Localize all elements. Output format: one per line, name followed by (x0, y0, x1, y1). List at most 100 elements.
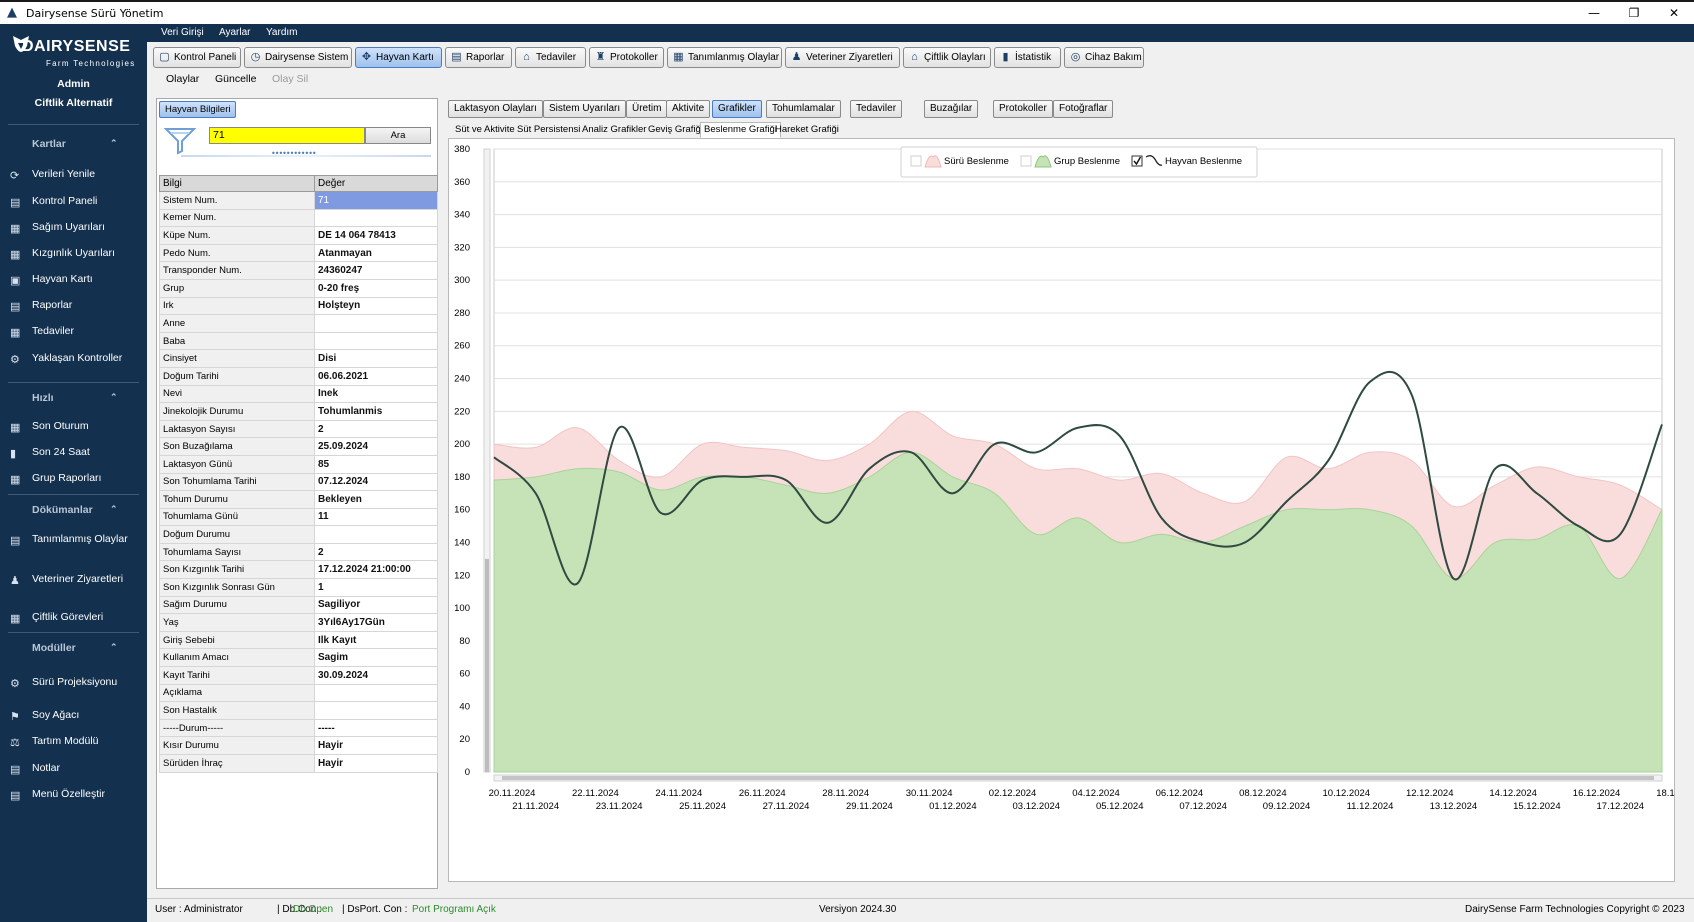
legend-checkbox[interactable] (1020, 155, 1032, 167)
info-value[interactable]: 06.06.2021 (314, 366, 438, 386)
olaylar-button[interactable]: Olaylar (166, 73, 199, 85)
table-row[interactable]: Tohumlama Günü 11 (159, 507, 438, 527)
column-header-bilgi[interactable]: Bilgi (159, 175, 315, 192)
table-row[interactable]: Son Tohumlama Tarihi 07.12.2024 (159, 472, 438, 492)
collapse-chevron-icon[interactable]: ⌃ (110, 138, 118, 149)
table-row[interactable]: Jinekolojik Durumu Tohumlanmis (159, 402, 438, 421)
restore-icon[interactable]: ❐ (1614, 2, 1654, 24)
vertical-scrollbar-thumb[interactable] (485, 558, 489, 772)
horizontal-scrollbar-thumb[interactable] (502, 776, 1654, 780)
toolbar-veteriner-ziyaretleri-button[interactable]: ♟ Veteriner Ziyaretleri (785, 47, 900, 68)
table-row[interactable]: Anne (159, 314, 438, 333)
table-row[interactable]: Yaş 3Yıl6Ay17Gün (159, 613, 438, 632)
toolbar-raporlar-button[interactable]: ▤ Raporlar (445, 47, 512, 68)
table-row[interactable]: Irk Holşteyn (159, 296, 438, 316)
info-value[interactable] (314, 314, 438, 333)
info-value[interactable]: Bekleyen (314, 490, 438, 509)
olay-sil-button[interactable]: Olay Sil (272, 73, 308, 85)
info-value[interactable]: 1 (314, 578, 438, 597)
table-row[interactable]: Tohumlama Sayısı 2 (159, 542, 438, 562)
tab-uretim[interactable]: Üretim (626, 100, 668, 118)
sidebar-section-moduller[interactable]: Modüller ⌃ (0, 640, 147, 658)
collapse-chevron-icon[interactable]: ⌃ (110, 392, 118, 403)
table-row[interactable]: Kayıt Tarihi 30.09.2024 (159, 666, 438, 685)
info-value[interactable]: 85 (314, 454, 438, 474)
tab-grafikler[interactable]: Grafikler (712, 100, 762, 118)
table-row[interactable]: Sürüden İhraç Hayir (159, 754, 438, 773)
info-value[interactable] (314, 683, 438, 703)
info-value[interactable]: Ilk Kayıt (314, 630, 438, 650)
toolbar-cihaz-bakim-button[interactable]: ◎ Cihaz Bakım (1064, 47, 1144, 68)
tab-tohumlamalar[interactable]: Tohumlamalar (766, 100, 841, 118)
info-value[interactable]: Disi (314, 349, 438, 368)
legend-checkbox[interactable] (910, 155, 922, 167)
collapse-chevron-icon[interactable]: ⌃ (110, 504, 118, 515)
toolbar-protokoller-button[interactable]: ♜ Protokoller (589, 47, 664, 68)
info-value[interactable]: Sagim (314, 648, 438, 668)
tab-tedaviler[interactable]: Tedaviler (850, 100, 903, 118)
toolbar-ciftlik-olaylari-button[interactable]: ⌂ Çiftlik Olayları (903, 47, 991, 68)
tab-fotograflar[interactable]: Fotoğraflar (1053, 100, 1114, 118)
toolbar-dairysense-sistem-button[interactable]: ◷ Dairysense Sistem (244, 47, 352, 68)
table-row[interactable]: Küpe Num. DE 14 064 78413 (159, 226, 438, 245)
table-row[interactable]: Pedo Num. Atanmayan (159, 243, 438, 263)
collapse-chevron-icon[interactable]: ⌃ (110, 642, 118, 653)
table-row[interactable]: Sistem Num. 71 (159, 191, 438, 210)
table-row[interactable]: Son Kızgınlık Sonrası Gün 1 (159, 578, 438, 597)
info-value[interactable] (314, 701, 438, 720)
close-icon[interactable]: ✕ (1654, 2, 1694, 24)
table-row[interactable]: Kısır Durumu Hayir (159, 736, 438, 755)
subtab-analiz-grafikler[interactable]: Analiz Grafikler (578, 122, 650, 138)
toolbar-istatistik-button[interactable]: ▮ İstatistik (994, 47, 1061, 68)
info-value[interactable]: 17.12.2024 21:00:00 (314, 560, 438, 580)
info-value[interactable]: 2 (314, 542, 438, 562)
info-value[interactable]: 2 (314, 419, 438, 439)
table-row[interactable]: Tohum Durumu Bekleyen (159, 490, 438, 509)
guncelle-button[interactable]: Güncelle (215, 73, 256, 85)
table-row[interactable]: Baba (159, 331, 438, 351)
subtab-hareket-grafigi[interactable]: Hareket Grafiği (771, 122, 843, 138)
table-row[interactable]: Doğum Tarihi 06.06.2021 (159, 366, 438, 386)
tab-aktivite[interactable]: Aktivite (666, 100, 711, 118)
info-value[interactable]: Tohumlanmis (314, 402, 438, 421)
toolbar-kontrol-paneli-button[interactable]: ▢ Kontrol Paneli (153, 47, 241, 68)
tab-laktasyon-olaylari[interactable]: Laktasyon Olayları (448, 100, 543, 118)
table-row[interactable]: -----Durum----- ----- (159, 718, 438, 738)
search-button[interactable]: Ara (365, 127, 431, 144)
table-row[interactable]: Giriş Sebebi Ilk Kayıt (159, 630, 438, 650)
info-value[interactable] (314, 208, 438, 228)
status-dsport-value[interactable]: Port Programı Açık (412, 904, 496, 915)
table-row[interactable]: Kemer Num. (159, 208, 438, 228)
table-row[interactable]: Grup 0-20 freş (159, 278, 438, 298)
menu-yardim[interactable]: Yardım (266, 27, 298, 38)
animal-search-input[interactable]: 71 (209, 127, 365, 144)
toolbar-tanimlanmis-olaylar-button[interactable]: ▦ Tanımlanmış Olaylar (667, 47, 782, 68)
table-row[interactable]: Açıklama (159, 683, 438, 703)
info-value[interactable]: 3Yıl6Ay17Gün (314, 613, 438, 632)
table-row[interactable]: Doğum Durumu (159, 525, 438, 544)
column-header-deger[interactable]: Değer (314, 175, 438, 192)
tab-hayvan-bilgileri[interactable]: Hayvan Bilgileri (159, 101, 237, 118)
menu-ayarlar[interactable]: Ayarlar (219, 27, 251, 38)
info-value[interactable]: 0-20 freş (314, 278, 438, 298)
info-value[interactable]: Hayir (314, 736, 438, 755)
info-value[interactable]: Sagiliyor (314, 595, 438, 615)
toolbar-tedaviler-button[interactable]: ⌂ Tedaviler (515, 47, 586, 68)
table-row[interactable]: Son Buzağılama 25.09.2024 (159, 437, 438, 456)
info-value[interactable]: Inek (314, 384, 438, 404)
table-row[interactable]: Cinsiyet Disi (159, 349, 438, 368)
info-value[interactable] (314, 525, 438, 544)
info-value[interactable]: Atanmayan (314, 243, 438, 263)
table-row[interactable]: Laktasyon Günü 85 (159, 454, 438, 474)
table-row[interactable]: Nevi Inek (159, 384, 438, 404)
tab-protokoller[interactable]: Protokoller (993, 100, 1053, 118)
info-value[interactable]: 71 (314, 191, 438, 210)
tab-buzagilar[interactable]: Buzağılar (924, 100, 979, 118)
sidebar-section-kartlar[interactable]: Kartlar ⌃ (0, 136, 147, 154)
menu-veri-girisi[interactable]: Veri Girişi (161, 27, 204, 38)
sidebar-section-hizli[interactable]: Hızlı ⌃ (0, 390, 147, 408)
info-value[interactable]: 24360247 (314, 261, 438, 280)
table-row[interactable]: Transponder Num. 24360247 (159, 261, 438, 280)
minimize-icon[interactable]: — (1574, 2, 1614, 24)
subtab-gevis-grafigi[interactable]: Geviş Grafiği (644, 122, 707, 138)
